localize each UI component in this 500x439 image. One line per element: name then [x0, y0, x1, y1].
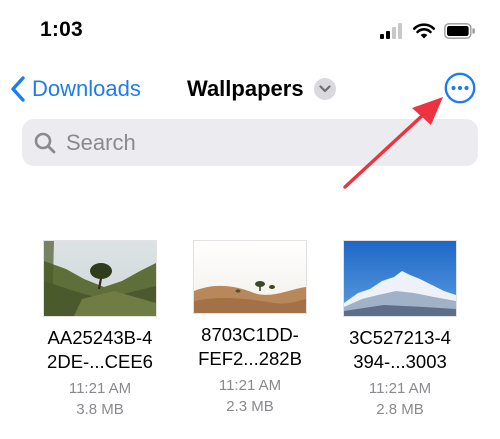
back-button[interactable]: Downloads	[10, 72, 141, 106]
back-button-label: Downloads	[32, 76, 141, 101]
search-input[interactable]	[64, 128, 448, 157]
battery-icon	[444, 23, 475, 39]
file-name: 3C527213-4 394-...3003	[325, 326, 475, 374]
file-time: 11:21 AM	[68, 380, 132, 397]
cellular-signal-icon	[380, 23, 402, 39]
file-thumbnail	[343, 240, 457, 317]
more-options-button[interactable]	[444, 72, 476, 104]
title-menu-button[interactable]	[313, 78, 336, 100]
file-time: 11:21 AM	[368, 380, 432, 397]
chevron-left-icon	[11, 76, 25, 102]
file-name-line: FEF2...282B	[198, 348, 302, 369]
file-item[interactable]: AA25243B-4 2DE-...CEE6 11:21 AM 3.8 MB	[25, 240, 175, 420]
file-item[interactable]: 8703C1DD- FEF2...282B 11:21 AM 2.3 MB	[175, 240, 325, 417]
file-name-line: 8703C1DD-	[201, 324, 299, 345]
file-size: 2.8 MB	[376, 401, 424, 418]
status-time: 1:03	[40, 18, 83, 41]
file-size: 3.8 MB	[76, 401, 124, 418]
file-name-line: 394-...3003	[353, 351, 447, 372]
file-thumbnail	[43, 240, 157, 317]
file-item[interactable]: 3C527213-4 394-...3003 11:21 AM 2.8 MB	[325, 240, 475, 420]
wifi-icon	[413, 23, 435, 39]
ellipsis-circle-icon	[444, 72, 476, 104]
file-thumbnail	[193, 240, 307, 314]
search-icon	[34, 132, 56, 154]
folder-title-group: Wallpapers	[187, 72, 336, 106]
search-bar[interactable]	[22, 119, 478, 166]
file-size: 2.3 MB	[226, 398, 274, 415]
file-name-line: 2DE-...CEE6	[47, 351, 153, 372]
file-time: 11:21 AM	[218, 377, 282, 394]
file-name-line: AA25243B-4	[47, 327, 153, 348]
file-name-line: 3C527213-4	[349, 327, 451, 348]
chevron-down-icon	[318, 85, 331, 93]
file-name: AA25243B-4 2DE-...CEE6	[25, 326, 175, 374]
page-title: Wallpapers	[187, 76, 304, 101]
status-icons	[380, 20, 476, 42]
file-name: 8703C1DD- FEF2...282B	[175, 323, 325, 371]
